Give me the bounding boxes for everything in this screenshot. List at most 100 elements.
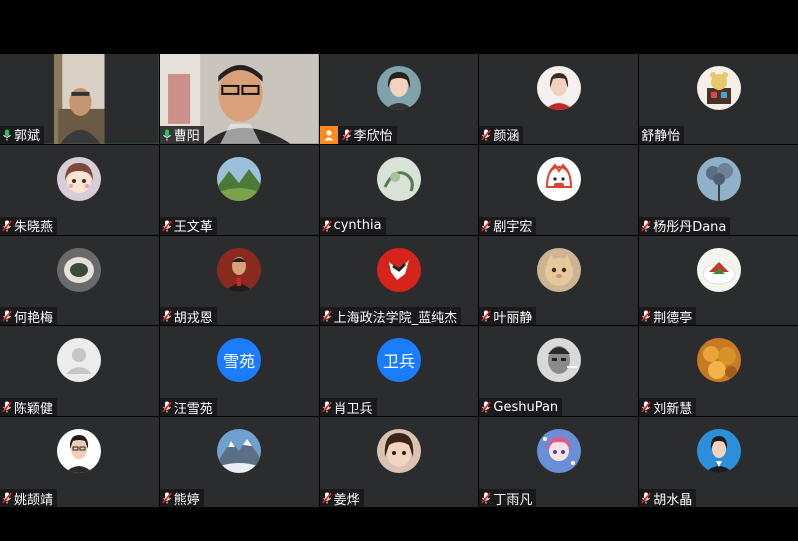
avatar [696, 429, 741, 474]
mic-muted-icon [321, 310, 332, 322]
participant-name-bar: 李欣怡 [319, 125, 397, 144]
participant-tile[interactable]: 颜涵 [479, 54, 639, 144]
mic-muted-icon [2, 220, 12, 232]
participant-name: 荆德亭 [653, 310, 693, 326]
avatar [376, 156, 421, 201]
participant-tile[interactable]: 熊婷 [159, 417, 319, 508]
participant-tile[interactable]: 胡水晶 [639, 417, 798, 507]
mic-muted-icon [481, 310, 492, 322]
avatar [536, 429, 581, 474]
participant-tile[interactable]: 李欣怡 [319, 54, 479, 144]
mic-muted-icon [321, 307, 333, 325]
participant-tile[interactable]: 上海政法学院_蓝纯杰 [319, 235, 479, 326]
participant-name: 何艳梅 [14, 310, 54, 326]
mic-icon [162, 129, 171, 141]
mic-muted-icon [2, 492, 12, 504]
participant-tile[interactable]: 剧宇宏 [479, 144, 639, 235]
mic-muted-icon [640, 398, 652, 416]
avatar [536, 338, 581, 383]
mic-muted-icon [640, 489, 652, 507]
participant-tile[interactable]: 刘新慧 [639, 326, 798, 417]
participant-name-bar: 汪雪苑 [159, 398, 217, 417]
participant-name-bar: 剧宇宏 [479, 216, 537, 235]
mic-muted-icon [321, 401, 332, 413]
mic-muted-icon [641, 492, 651, 504]
participant-tile[interactable]: GeshuPan [479, 326, 639, 417]
participant-name: 颜涵 [493, 129, 520, 144]
participant-name: GeshuPan [493, 399, 559, 415]
participant-name-bar: 何艳梅 [0, 307, 58, 326]
mic-muted-icon [481, 129, 492, 141]
mic-muted-icon [1, 398, 13, 416]
text-avatar: 雪苑 [217, 338, 262, 383]
participant-name-bar: 丁雨凡 [479, 489, 537, 508]
participant-tile[interactable]: 曹阳 [159, 54, 319, 144]
participant-grid: 郭斌 曹阳 李欣怡 颜涵 舒静怡朱晓燕 王文革 cynthia 剧宇宏 杨彤丹Dana 何艳梅 胡戎… [0, 54, 798, 507]
participant-name-bar: 颜涵 [479, 125, 524, 144]
mic-icon [3, 129, 11, 141]
participant-name-bar: cynthia [319, 216, 386, 235]
participant-tile[interactable]: 朱晓燕 [0, 144, 159, 235]
mic-muted-icon [161, 310, 172, 322]
participant-name-bar: 朱晓燕 [0, 216, 58, 235]
mic-muted-icon [161, 492, 172, 504]
participant-name-bar: 杨彤丹Dana [639, 216, 731, 235]
avatar [57, 338, 102, 383]
mic-muted-icon [161, 220, 172, 232]
participant-name-bar: 陈颖健 [0, 398, 58, 417]
participant-name: cynthia [333, 218, 382, 234]
participant-name-bar: 熊婷 [159, 489, 204, 508]
participant-tile[interactable]: 叶丽静 [479, 235, 639, 326]
mic-muted-icon [481, 492, 492, 504]
mic-muted-icon [481, 401, 492, 413]
participant-name-bar: 王文革 [159, 216, 217, 235]
participant-tile[interactable]: 杨彤丹Dana [639, 144, 798, 235]
mic-muted-icon [2, 310, 12, 322]
mic-muted-icon [161, 217, 173, 235]
avatar [696, 156, 741, 201]
mic-muted-icon [341, 129, 352, 141]
avatar [217, 247, 262, 292]
participant-name: 刘新慧 [653, 401, 693, 417]
participant-name: 陈颖健 [14, 401, 54, 417]
participant-name: 丁雨凡 [493, 492, 533, 508]
host-icon [319, 125, 338, 144]
participant-name-bar: 胡戎恩 [159, 307, 217, 326]
mic-muted-icon [321, 398, 333, 416]
participant-tile[interactable]: 胡戎恩 [159, 235, 319, 326]
avatar [696, 247, 741, 292]
participant-tile[interactable]: 郭斌 [0, 54, 159, 144]
avatar [57, 429, 102, 474]
participant-tile[interactable]: 姚颉靖 [0, 417, 159, 507]
avatar [217, 156, 262, 201]
participant-name-bar: 曹阳 [159, 125, 204, 144]
participant-tile[interactable]: 姜烨 [319, 417, 479, 508]
mic-muted-icon [161, 398, 173, 416]
participant-name: 熊婷 [173, 492, 200, 508]
participant-name-bar: 荆德亭 [639, 307, 697, 326]
participant-tile[interactable]: 何艳梅 [0, 235, 159, 326]
participant-tile[interactable]: 卫兵 肖卫兵 [319, 326, 479, 417]
participant-name-bar: 郭斌 [0, 125, 45, 144]
avatar [696, 338, 741, 383]
mic-muted-icon [341, 126, 353, 144]
participant-name: 上海政法学院_蓝纯杰 [333, 310, 458, 326]
participant-name: 曹阳 [173, 129, 200, 144]
participant-name-bar: GeshuPan [479, 398, 563, 417]
participant-name: 朱晓燕 [14, 220, 54, 235]
participant-tile[interactable]: 王文革 [159, 144, 319, 235]
participant-tile[interactable]: 丁雨凡 [479, 417, 639, 508]
mic-muted-icon [321, 489, 333, 507]
avatar [536, 247, 581, 292]
participant-tile[interactable]: 雪苑 汪雪苑 [159, 326, 319, 417]
mic-muted-icon [321, 220, 332, 232]
mic-muted-icon [480, 126, 492, 144]
participant-name: 姜烨 [333, 492, 360, 508]
participant-tile[interactable]: cynthia [319, 144, 479, 235]
mic-muted-icon [640, 307, 652, 325]
participant-tile[interactable]: 舒静怡 [639, 54, 798, 144]
participant-tile[interactable]: 陈颖健 [0, 326, 159, 417]
mic-muted-icon [481, 220, 492, 232]
mic-muted-icon [161, 307, 173, 325]
participant-tile[interactable]: 荆德亭 [639, 235, 798, 326]
